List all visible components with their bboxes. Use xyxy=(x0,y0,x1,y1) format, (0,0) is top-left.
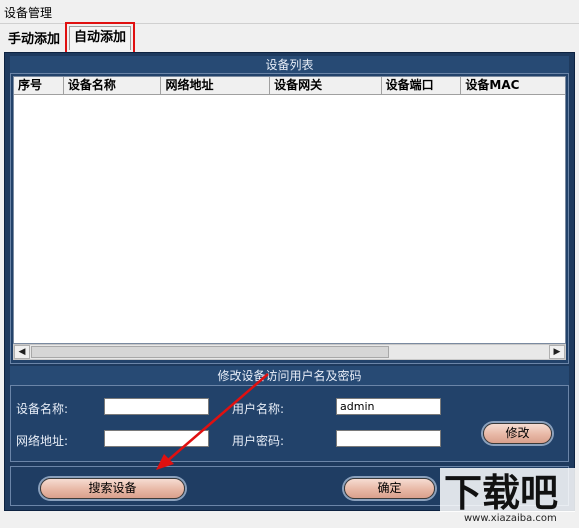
svg-text:下载吧: 下载吧 xyxy=(444,471,558,514)
watermark-url: www.xiazaiba.com xyxy=(464,513,557,524)
watermark-logo-icon: 下载吧 xyxy=(440,468,575,514)
annotation-arrow-icon xyxy=(156,373,269,470)
